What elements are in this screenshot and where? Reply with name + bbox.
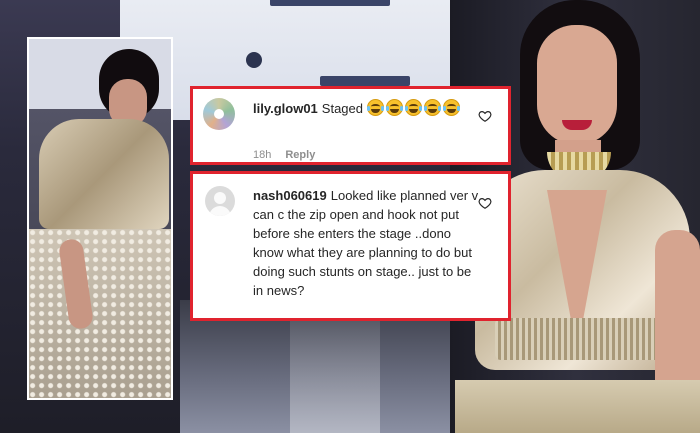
comment-username[interactable]: nash060619 [253, 188, 327, 203]
reply-button[interactable]: Reply [285, 149, 315, 161]
default-avatar-icon[interactable] [205, 186, 235, 216]
comment-time: 18h [253, 149, 272, 161]
comment-body: lily.glow01 Staged [253, 99, 467, 118]
avatar[interactable] [203, 98, 235, 130]
heart-outline-icon[interactable] [478, 196, 492, 210]
tears-of-joy-emoji-icon [404, 99, 422, 116]
comment-card: nash060619 Looked like planned ver v can … [190, 171, 511, 321]
comment-body: nash060619 Looked like planned ver v can … [253, 186, 483, 300]
comment-username[interactable]: lily.glow01 [253, 101, 318, 116]
comment-text: Staged [321, 101, 363, 116]
inset-photo [27, 37, 173, 400]
tears-of-joy-emoji-icon [423, 99, 441, 116]
tears-of-joy-emoji-icon [442, 99, 460, 116]
comment-text: Looked like planned ver v can c the zip … [253, 188, 479, 298]
heart-outline-icon[interactable] [478, 109, 492, 123]
comment-meta: 18h Reply [253, 149, 315, 161]
tears-of-joy-emoji-icon [385, 99, 403, 116]
comment-card: lily.glow01 Staged 18h Reply [190, 86, 511, 165]
tears-of-joy-emoji-icon [366, 99, 384, 116]
emoji-row [366, 99, 462, 116]
